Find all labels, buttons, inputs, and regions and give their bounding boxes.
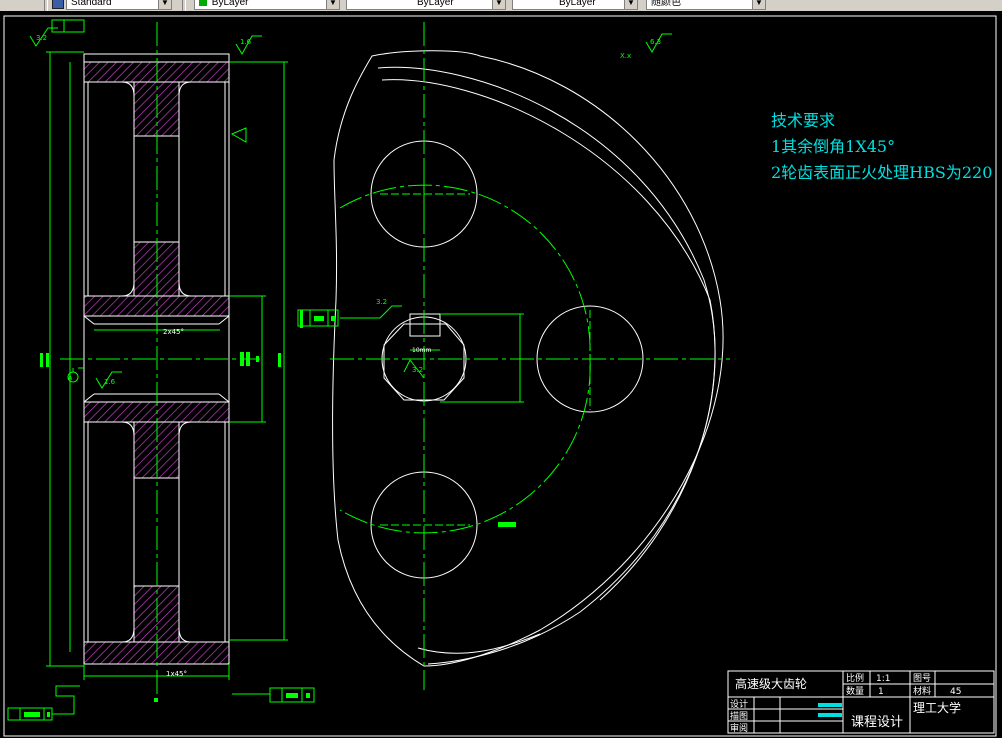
tolerance-frame-top bbox=[51, 19, 85, 33]
properties-toolbar: Standard ▼ ByLayer ▼ ByLayer ▼ ByLayer ▼… bbox=[0, 0, 1002, 11]
text-style-value: Standard bbox=[71, 0, 112, 8]
course-name: 课程设计 bbox=[851, 715, 903, 730]
color-swatch-icon bbox=[199, 0, 207, 7]
tech-line-1: 1其余倒角1X45° bbox=[771, 137, 895, 156]
material-label: 材料 bbox=[913, 685, 931, 697]
plot-style-select[interactable]: 随颜色 ▼ bbox=[646, 0, 766, 10]
chevron-down-icon[interactable]: ▼ bbox=[492, 0, 505, 9]
layer-color-value: ByLayer bbox=[211, 0, 249, 8]
school-name: 理工大学 bbox=[913, 700, 961, 715]
lineweight-value: ByLayer bbox=[559, 0, 596, 8]
material-value: 45 bbox=[950, 687, 961, 697]
roughness-label: 1.6 bbox=[240, 38, 252, 46]
front-outline bbox=[332, 50, 724, 667]
tech-line-2: 2轮齿表面正火处理HBS为220 bbox=[771, 163, 992, 182]
roughness-label: 3.2 bbox=[412, 366, 423, 374]
roughness-label: 3.2 bbox=[36, 34, 47, 42]
toolbar-separator bbox=[44, 0, 48, 11]
design-label: 设计 bbox=[730, 698, 748, 710]
plot-style-value: 随颜色 bbox=[651, 0, 681, 8]
roughness-label: 1.6 bbox=[104, 378, 116, 386]
tech-title: 技术要求 bbox=[771, 111, 835, 130]
layer-color-select[interactable]: ByLayer ▼ bbox=[194, 0, 340, 10]
dimension-label: 10mm bbox=[412, 347, 431, 354]
toolbar-separator bbox=[182, 0, 186, 11]
datum-a-label: A bbox=[68, 374, 73, 382]
frame-fills bbox=[24, 693, 310, 717]
quantity-label: 数量 bbox=[846, 685, 864, 697]
roughness-label: 3.2 bbox=[376, 298, 387, 306]
gear-section-view[interactable]: A 3.2 1.6 1.6 2x45° 1x45° bbox=[29, 19, 303, 700]
technical-requirements: 技术要求 1其余倒角1X45° 2轮齿表面正火处理HBS为220 bbox=[771, 111, 992, 182]
dimension-label: 1x45° bbox=[166, 670, 187, 678]
draw-label: 描图 bbox=[730, 710, 748, 722]
drawing-no-label: 图号 bbox=[913, 673, 931, 684]
part-name: 高速级大齿轮 bbox=[735, 676, 807, 691]
section-markers bbox=[40, 310, 303, 367]
drawing-canvas[interactable]: A 3.2 1.6 1.6 2x45° 1x45° 3.2 3.2 10mm 6… bbox=[0, 11, 1002, 738]
chevron-down-icon[interactable]: ▼ bbox=[326, 0, 339, 9]
gear-front-view[interactable]: 3.2 3.2 10mm 6.3 X.x bbox=[297, 22, 730, 690]
title-block: 高速级大齿轮 比例 1:1 图号 数量 1 材料 45 设计 描图 审阅 课程设… bbox=[727, 670, 995, 734]
chevron-down-icon[interactable]: ▼ bbox=[624, 0, 637, 9]
cad-drawing[interactable]: A 3.2 1.6 1.6 2x45° 1x45° 3.2 3.2 10mm 6… bbox=[0, 11, 1002, 738]
scale-value: 1:1 bbox=[876, 674, 890, 684]
scale-label: 比例 bbox=[846, 672, 864, 684]
linetype-value: ByLayer bbox=[417, 0, 454, 8]
text-style-select[interactable]: Standard ▼ bbox=[66, 0, 172, 10]
symbol-label: X.x bbox=[620, 52, 631, 60]
chevron-down-icon[interactable]: ▼ bbox=[158, 0, 171, 9]
lineweight-select[interactable]: ByLayer ▼ bbox=[512, 0, 638, 10]
review-label: 审阅 bbox=[730, 722, 748, 734]
chevron-down-icon[interactable]: ▼ bbox=[752, 0, 765, 9]
quantity-value: 1 bbox=[878, 687, 884, 697]
dimension-label: 2x45° bbox=[163, 328, 184, 336]
front-centerlines bbox=[330, 22, 730, 690]
linetype-select[interactable]: ByLayer ▼ bbox=[346, 0, 506, 10]
tolerance-frames-bottom bbox=[7, 685, 315, 721]
text-style-icon[interactable] bbox=[52, 0, 64, 9]
roughness-label: 6.3 bbox=[650, 38, 661, 46]
